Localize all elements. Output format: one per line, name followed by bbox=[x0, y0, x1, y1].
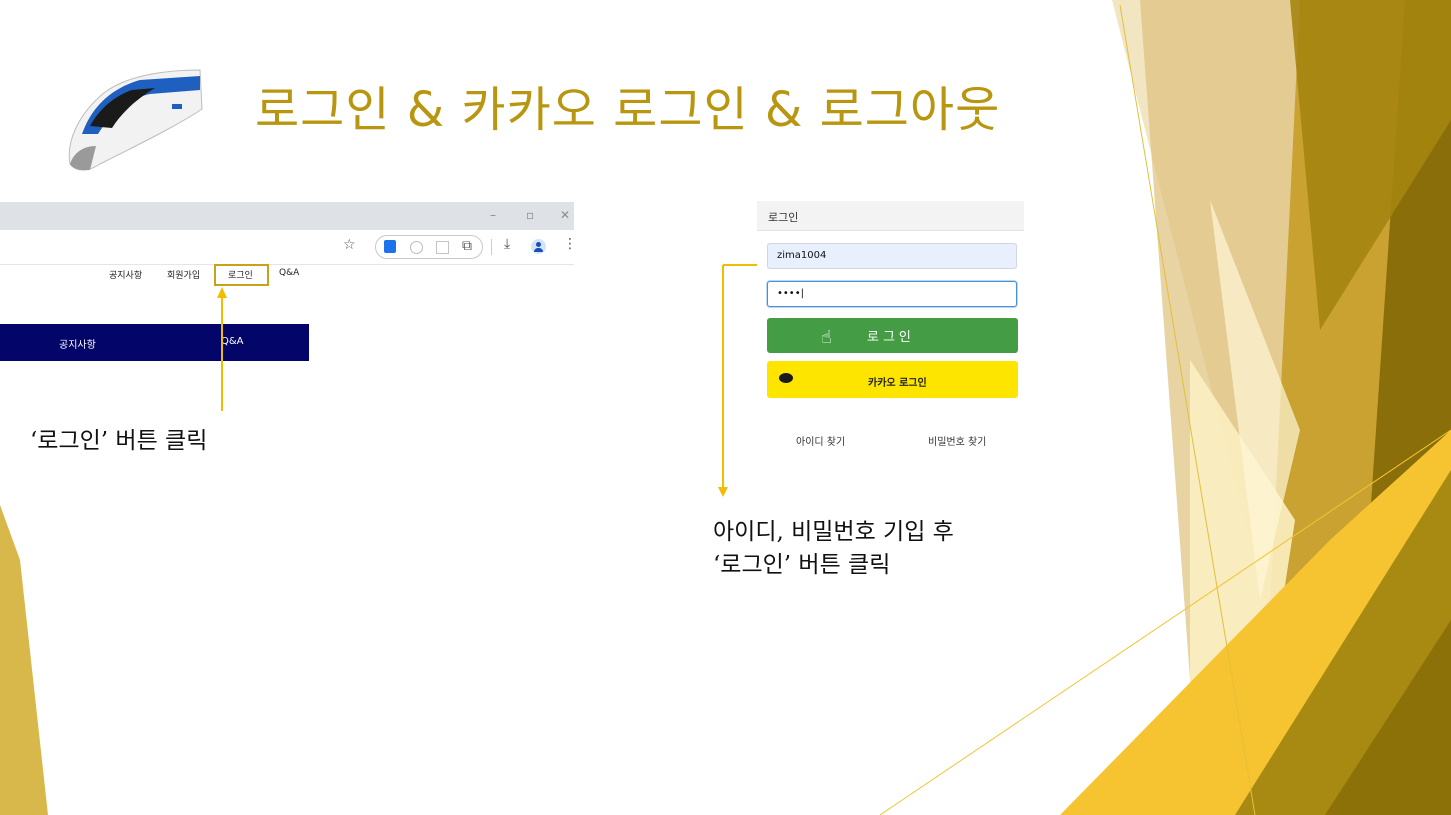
nav-link-signup[interactable]: 회원가입 bbox=[167, 268, 200, 281]
profile-icon[interactable] bbox=[531, 239, 546, 254]
find-id-link[interactable]: 아이디 찾기 bbox=[796, 433, 845, 448]
login-panel-header: 로그인 bbox=[757, 201, 1024, 231]
puzzle-icon[interactable]: ⧉ bbox=[462, 238, 472, 254]
browser-screenshot: – ▫ ✕ ☆ ⧉ ⤓ ⋮ 공지사항 회원가입 로그인 Q&A 공지사항 Q&A bbox=[0, 202, 577, 362]
download-ext-icon[interactable] bbox=[384, 240, 396, 253]
kakao-login-label: 카카오 로그인 bbox=[868, 378, 927, 389]
slide-title: 로그인 & 카카오 로그인 & 로그아웃 bbox=[255, 82, 1001, 138]
browser-toolbar: ☆ ⧉ ⤓ ⋮ bbox=[0, 230, 577, 265]
username-input[interactable]: zima1004 bbox=[767, 243, 1017, 269]
download-icon[interactable]: ⤓ bbox=[504, 236, 510, 252]
hand-cursor-icon: ☝ bbox=[821, 327, 836, 348]
login-button[interactable]: ☝ 로그인 bbox=[767, 318, 1018, 353]
menu-icon[interactable]: ⋮ bbox=[563, 236, 577, 252]
find-password-link[interactable]: 비밀번호 찾기 bbox=[928, 433, 986, 448]
menu-item-notice[interactable]: 공지사항 bbox=[59, 336, 96, 351]
nav-link-qna[interactable]: Q&A bbox=[279, 268, 299, 278]
main-menu-bar: 공지사항 Q&A bbox=[0, 324, 309, 361]
minimize-button[interactable]: – bbox=[490, 208, 496, 222]
extensions-group: ⧉ bbox=[375, 235, 483, 259]
close-button[interactable]: ✕ bbox=[560, 208, 570, 222]
nav-link-notice[interactable]: 공지사항 bbox=[109, 268, 142, 281]
ktx-train-image bbox=[68, 69, 203, 171]
login-panel-title: 로그인 bbox=[768, 211, 799, 224]
nav-link-login[interactable]: 로그인 bbox=[228, 268, 253, 281]
square-ext-icon[interactable] bbox=[436, 241, 449, 254]
toolbar-divider bbox=[491, 239, 492, 255]
star-icon[interactable]: ☆ bbox=[343, 237, 356, 253]
password-input[interactable]: ••••| bbox=[767, 281, 1017, 307]
caption-enter-credentials: 아이디, 비밀번호 기입 후 bbox=[713, 519, 954, 545]
timer-ext-icon[interactable] bbox=[410, 241, 423, 254]
menu-item-qna[interactable]: Q&A bbox=[221, 336, 244, 347]
caption-click-login: ‘로그인’ 버튼 클릭 bbox=[30, 428, 208, 454]
caption-click-login-button: ‘로그인’ 버튼 클릭 bbox=[713, 552, 891, 578]
browser-tab-bar: – ▫ ✕ bbox=[0, 202, 574, 230]
restore-button[interactable]: ▫ bbox=[526, 208, 534, 222]
login-button-label: 로그인 bbox=[867, 330, 915, 345]
kakao-login-button[interactable]: 카카오 로그인 bbox=[767, 361, 1018, 398]
speech-bubble-icon bbox=[779, 373, 793, 383]
